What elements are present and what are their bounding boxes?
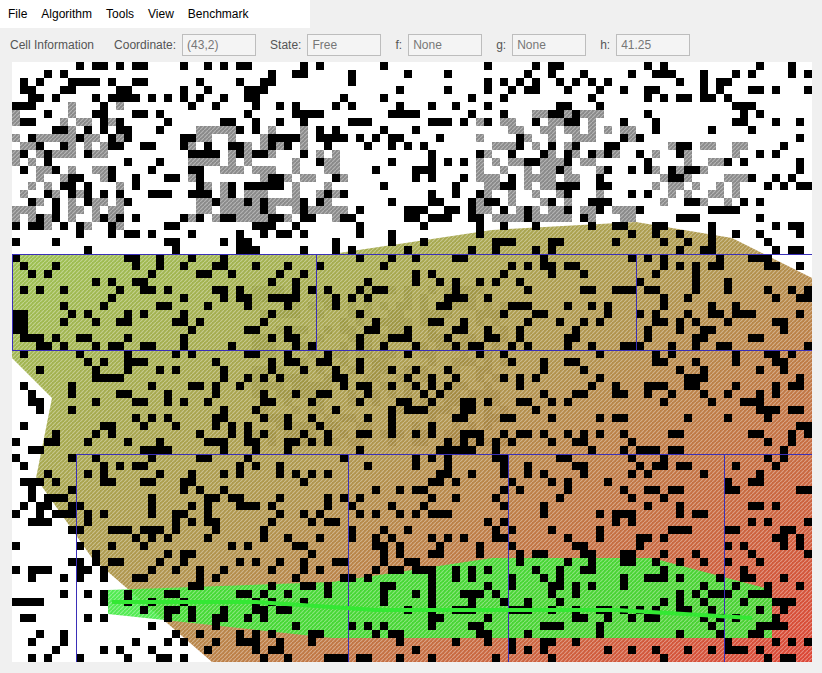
- field-label: Coordinate:: [114, 36, 176, 54]
- menu-bar: File Algorithm Tools View Benchmark: [0, 0, 822, 28]
- field-label: g:: [496, 36, 506, 54]
- field-value[interactable]: (43,2): [182, 34, 256, 56]
- menu-item[interactable]: Tools: [106, 5, 134, 23]
- info-field: f: None: [395, 34, 482, 56]
- path-line: [112, 602, 752, 618]
- cell-info-bar: Cell Information Coordinate: (43,2) State: F…: [0, 28, 822, 62]
- field-value[interactable]: Free: [307, 34, 381, 56]
- app-window: File Algorithm Tools View Benchmark Cell Info…: [0, 0, 822, 673]
- menu-item[interactable]: Benchmark: [188, 5, 249, 23]
- info-field: g: None: [496, 34, 586, 56]
- info-field: State: Free: [270, 34, 381, 56]
- info-field: Coordinate: (43,2): [114, 34, 256, 56]
- cell-info-title: Cell Information: [10, 36, 94, 54]
- grid-canvas[interactable]: [12, 62, 812, 662]
- menu-item[interactable]: Algorithm: [41, 5, 92, 23]
- menu-item[interactable]: View: [148, 5, 174, 23]
- field-label: State:: [270, 36, 301, 54]
- hatch-overlay: [12, 62, 812, 662]
- obstacles: [12, 62, 812, 662]
- menu-item[interactable]: File: [8, 5, 27, 23]
- field-value[interactable]: 41.25: [616, 34, 690, 56]
- info-field: h: 41.25: [600, 34, 690, 56]
- canvas-area: [0, 62, 822, 662]
- field-value[interactable]: None: [408, 34, 482, 56]
- field-label: h:: [600, 36, 610, 54]
- field-label: f:: [395, 36, 402, 54]
- sector-lines: [13, 255, 813, 663]
- field-value[interactable]: None: [512, 34, 586, 56]
